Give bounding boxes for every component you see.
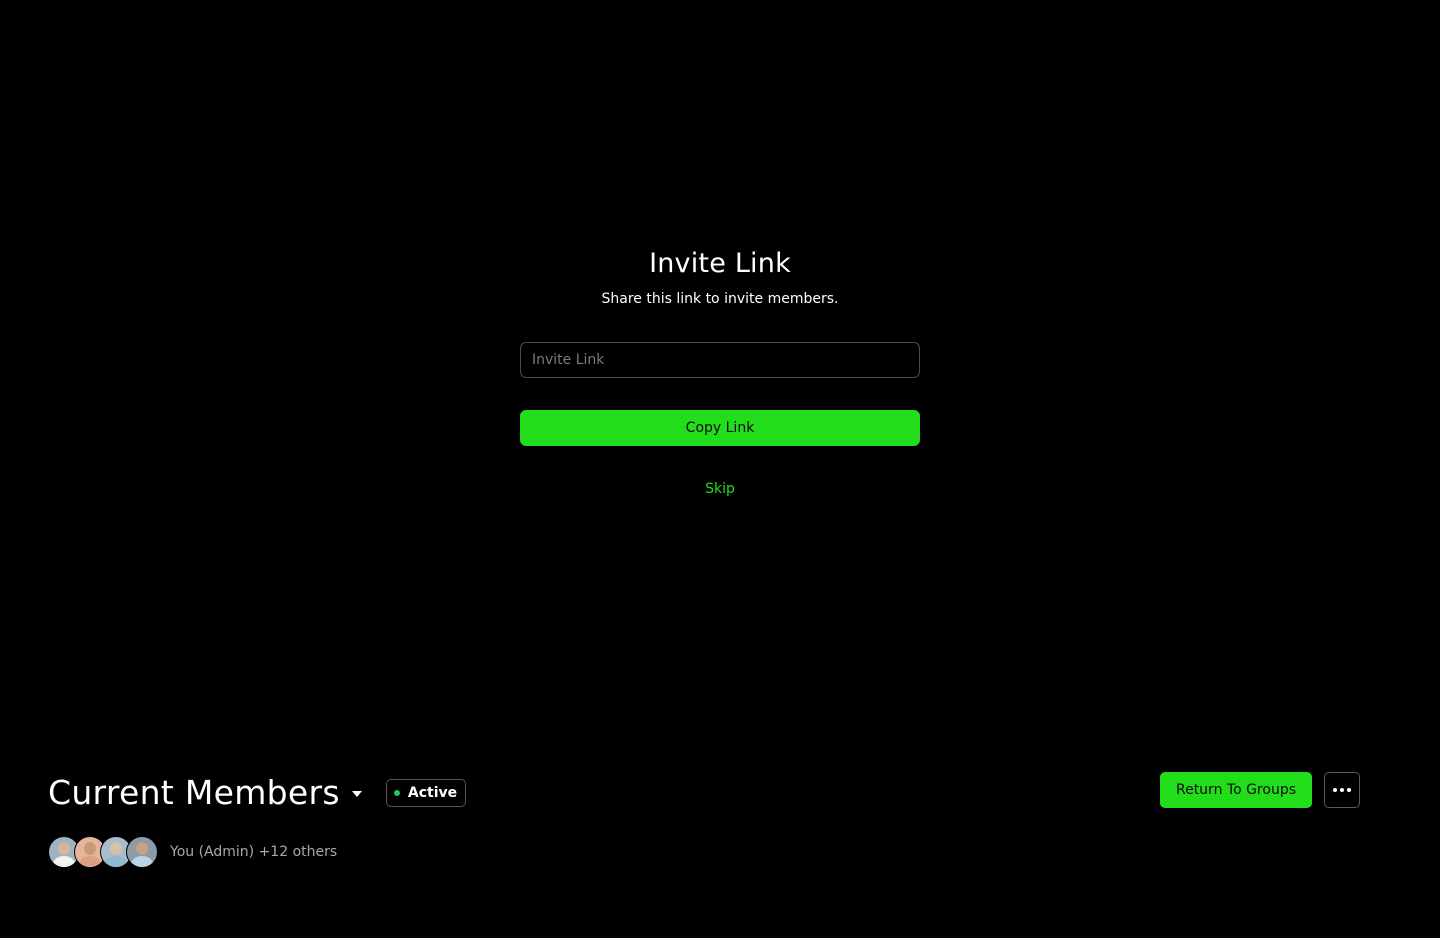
member-avatar-4: [126, 836, 158, 868]
return-to-groups-button[interactable]: Return To Groups: [1160, 772, 1312, 808]
invite-link-input[interactable]: [520, 342, 920, 378]
more-options-button[interactable]: [1324, 772, 1360, 808]
members-header: Current Members Active: [48, 772, 467, 814]
avatar-head: [84, 842, 96, 855]
members-row: You (Admin) +12 others: [48, 836, 337, 868]
status-dot-icon: [393, 790, 400, 796]
avatar-head: [110, 842, 122, 855]
copy-link-button[interactable]: Copy Link: [520, 410, 920, 446]
status-badge: Active: [385, 779, 467, 807]
avatar-head: [58, 842, 70, 855]
avatar-body: [53, 856, 75, 867]
invite-title: Invite Link: [649, 248, 791, 279]
avatar-stack[interactable]: [48, 836, 158, 868]
page: Invite Link Share this link to invite me…: [0, 0, 1440, 938]
members-title: Current Members: [48, 773, 340, 812]
invite-subtitle: Share this link to invite members.: [601, 291, 839, 307]
invite-dialog: Invite Link Share this link to invite me…: [520, 246, 920, 499]
members-summary: You (Admin) +12 others: [170, 844, 338, 860]
more-dot: [1340, 788, 1344, 792]
avatar-body: [79, 856, 101, 867]
avatar-head: [136, 842, 148, 855]
status-label: Active: [407, 785, 458, 801]
more-dot: [1347, 788, 1351, 792]
caret-down-icon[interactable]: [351, 791, 362, 797]
skip-link[interactable]: Skip: [520, 479, 920, 499]
avatar-body: [105, 856, 127, 867]
avatar-body: [131, 856, 153, 867]
more-horizontal-icon: [1333, 788, 1337, 792]
